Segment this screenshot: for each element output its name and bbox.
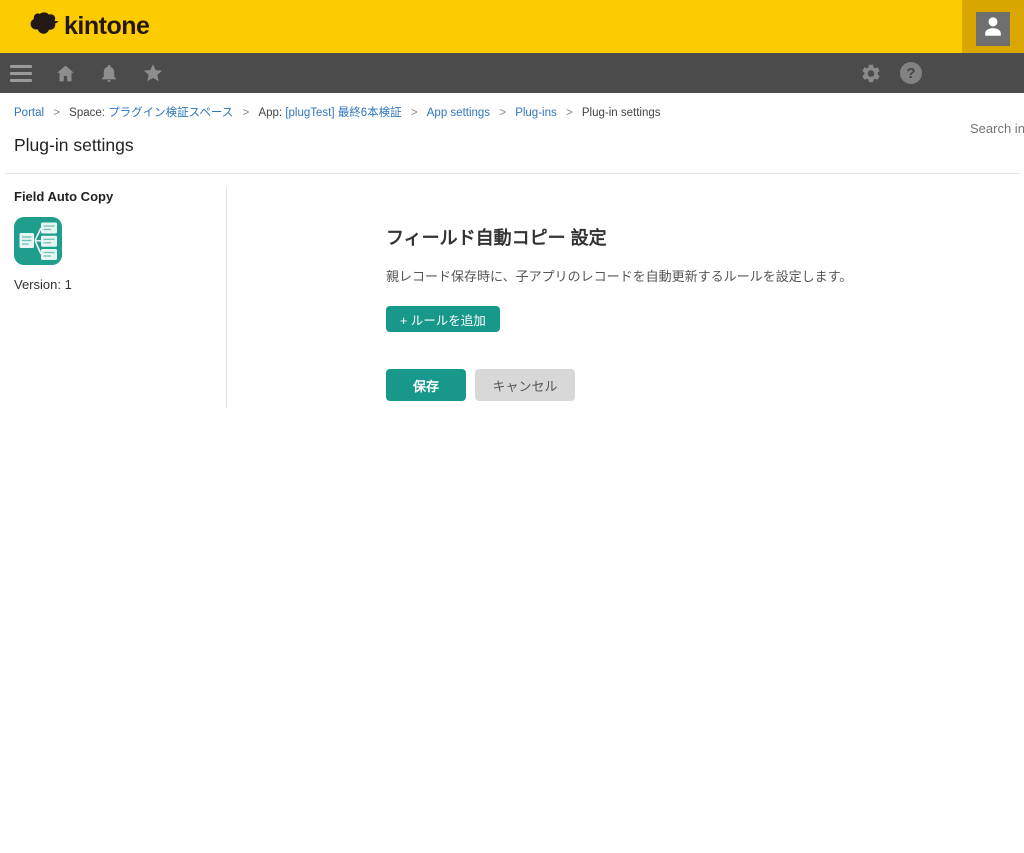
plugin-version: Version: 1	[14, 277, 214, 292]
plugin-sidebar: Field Auto Copy Version: 1	[14, 187, 214, 292]
help-glyph: ?	[906, 65, 915, 82]
breadcrumb-separator: >	[499, 107, 506, 119]
plugin-name: Field Auto Copy	[14, 189, 214, 204]
action-buttons: 保存 キャンセル	[386, 369, 986, 401]
breadcrumb-separator: >	[53, 107, 60, 119]
navbar-left-icons	[10, 53, 164, 93]
breadcrumb-space-prefix: Space:	[69, 107, 105, 119]
breadcrumb-app-link[interactable]: [plugTest] 最終6本検証	[285, 107, 401, 119]
kintone-app: kintone	[0, 0, 1024, 853]
breadcrumb-separator: >	[566, 107, 573, 119]
cancel-button[interactable]: キャンセル	[475, 369, 575, 401]
breadcrumb-portal[interactable]: Portal	[14, 107, 44, 119]
header-divider	[5, 173, 1020, 174]
breadcrumb-separator: >	[243, 107, 250, 119]
favorites-star-icon[interactable]	[142, 62, 164, 84]
breadcrumb-app-settings[interactable]: App settings	[427, 107, 490, 119]
search-box	[962, 110, 1024, 146]
home-icon[interactable]	[54, 62, 76, 84]
breadcrumb-current: Plug-in settings	[582, 107, 661, 119]
search-input[interactable]	[970, 110, 1024, 146]
breadcrumb-plugins[interactable]: Plug-ins	[515, 107, 557, 119]
breadcrumb-space-link[interactable]: プラグイン検証スペース	[108, 107, 233, 119]
kintone-cloud-icon	[30, 11, 60, 42]
user-avatar-icon	[980, 13, 1006, 44]
kintone-logo[interactable]: kintone	[30, 0, 149, 53]
settings-gear-icon[interactable]	[860, 62, 882, 84]
page-title: Plug-in settings	[14, 135, 134, 156]
notifications-bell-icon[interactable]	[98, 62, 120, 84]
settings-description: 親レコード保存時に、子アプリのレコードを自動更新するルールを設定します。	[386, 266, 986, 285]
add-rule-button[interactable]: + ルールを追加	[386, 306, 500, 332]
navbar-right-icons: ?	[860, 53, 922, 93]
breadcrumb: Portal > Space: プラグイン検証スペース > App: [plug…	[14, 104, 661, 120]
plugin-settings-main: フィールド自動コピー 設定 親レコード保存時に、子アプリのレコードを自動更新する…	[386, 224, 986, 401]
avatar	[976, 12, 1010, 46]
kintone-logo-text: kintone	[64, 12, 149, 41]
user-menu-button[interactable]	[962, 0, 1024, 57]
save-button[interactable]: 保存	[386, 369, 466, 401]
settings-heading: フィールド自動コピー 設定	[386, 224, 986, 250]
help-icon[interactable]: ?	[900, 62, 922, 84]
app-menu-icon[interactable]	[10, 62, 32, 84]
brand-header: kintone	[0, 0, 1024, 53]
breadcrumb-app-prefix: App:	[258, 107, 282, 119]
plugin-icon	[14, 217, 62, 265]
breadcrumb-separator: >	[411, 107, 418, 119]
global-navbar: ?	[0, 53, 1024, 93]
sidebar-divider	[226, 187, 227, 408]
